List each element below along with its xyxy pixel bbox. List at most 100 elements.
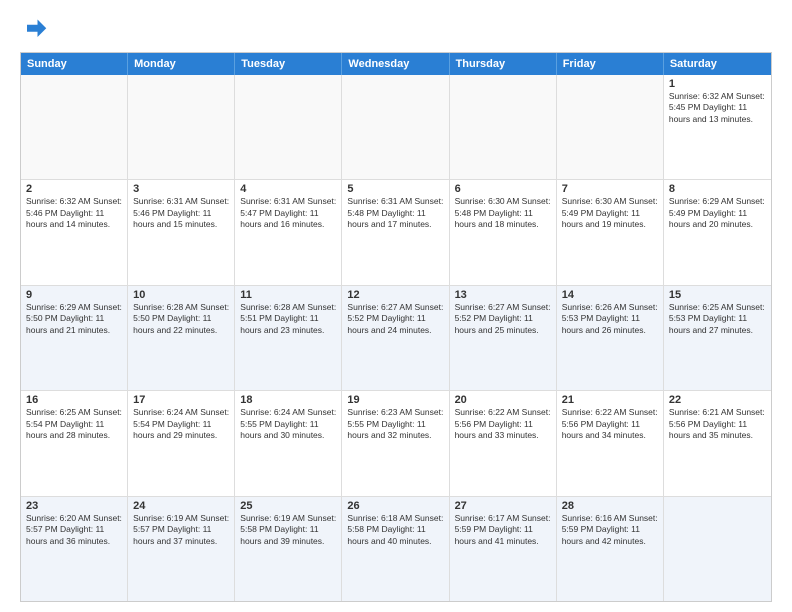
- day-number: 9: [26, 289, 122, 301]
- cal-cell-r2c3: 12Sunrise: 6:27 AM Sunset: 5:52 PM Dayli…: [342, 286, 449, 390]
- cal-row-3: 16Sunrise: 6:25 AM Sunset: 5:54 PM Dayli…: [21, 390, 771, 495]
- cal-cell-r0c1: [128, 75, 235, 179]
- header-day-sunday: Sunday: [21, 53, 128, 75]
- cal-cell-r4c3: 26Sunrise: 6:18 AM Sunset: 5:58 PM Dayli…: [342, 497, 449, 601]
- cell-info: Sunrise: 6:28 AM Sunset: 5:50 PM Dayligh…: [133, 302, 229, 336]
- cal-cell-r4c4: 27Sunrise: 6:17 AM Sunset: 5:59 PM Dayli…: [450, 497, 557, 601]
- header-day-wednesday: Wednesday: [342, 53, 449, 75]
- cell-info: Sunrise: 6:27 AM Sunset: 5:52 PM Dayligh…: [347, 302, 443, 336]
- cal-cell-r1c4: 6Sunrise: 6:30 AM Sunset: 5:48 PM Daylig…: [450, 180, 557, 284]
- cell-info: Sunrise: 6:29 AM Sunset: 5:49 PM Dayligh…: [669, 196, 766, 230]
- cal-cell-r0c2: [235, 75, 342, 179]
- cal-cell-r0c5: [557, 75, 664, 179]
- cal-cell-r4c0: 23Sunrise: 6:20 AM Sunset: 5:57 PM Dayli…: [21, 497, 128, 601]
- cal-cell-r3c2: 18Sunrise: 6:24 AM Sunset: 5:55 PM Dayli…: [235, 391, 342, 495]
- header-day-saturday: Saturday: [664, 53, 771, 75]
- logo: [20, 16, 52, 44]
- day-number: 5: [347, 183, 443, 195]
- cal-cell-r2c0: 9Sunrise: 6:29 AM Sunset: 5:50 PM Daylig…: [21, 286, 128, 390]
- day-number: 23: [26, 500, 122, 512]
- day-number: 15: [669, 289, 766, 301]
- cal-cell-r3c6: 22Sunrise: 6:21 AM Sunset: 5:56 PM Dayli…: [664, 391, 771, 495]
- day-number: 3: [133, 183, 229, 195]
- day-number: 13: [455, 289, 551, 301]
- cal-cell-r3c4: 20Sunrise: 6:22 AM Sunset: 5:56 PM Dayli…: [450, 391, 557, 495]
- cell-info: Sunrise: 6:31 AM Sunset: 5:47 PM Dayligh…: [240, 196, 336, 230]
- cal-cell-r4c2: 25Sunrise: 6:19 AM Sunset: 5:58 PM Dayli…: [235, 497, 342, 601]
- cell-info: Sunrise: 6:30 AM Sunset: 5:49 PM Dayligh…: [562, 196, 658, 230]
- cal-cell-r2c1: 10Sunrise: 6:28 AM Sunset: 5:50 PM Dayli…: [128, 286, 235, 390]
- cell-info: Sunrise: 6:29 AM Sunset: 5:50 PM Dayligh…: [26, 302, 122, 336]
- cal-cell-r0c0: [21, 75, 128, 179]
- cell-info: Sunrise: 6:27 AM Sunset: 5:52 PM Dayligh…: [455, 302, 551, 336]
- day-number: 4: [240, 183, 336, 195]
- day-number: 18: [240, 394, 336, 406]
- header-day-monday: Monday: [128, 53, 235, 75]
- cal-cell-r1c0: 2Sunrise: 6:32 AM Sunset: 5:46 PM Daylig…: [21, 180, 128, 284]
- day-number: 17: [133, 394, 229, 406]
- cal-cell-r0c4: [450, 75, 557, 179]
- day-number: 24: [133, 500, 229, 512]
- cal-cell-r4c1: 24Sunrise: 6:19 AM Sunset: 5:57 PM Dayli…: [128, 497, 235, 601]
- day-number: 19: [347, 394, 443, 406]
- cell-info: Sunrise: 6:31 AM Sunset: 5:46 PM Dayligh…: [133, 196, 229, 230]
- cal-cell-r1c6: 8Sunrise: 6:29 AM Sunset: 5:49 PM Daylig…: [664, 180, 771, 284]
- cell-info: Sunrise: 6:21 AM Sunset: 5:56 PM Dayligh…: [669, 407, 766, 441]
- day-number: 7: [562, 183, 658, 195]
- cell-info: Sunrise: 6:32 AM Sunset: 5:45 PM Dayligh…: [669, 91, 766, 125]
- day-number: 2: [26, 183, 122, 195]
- cell-info: Sunrise: 6:24 AM Sunset: 5:55 PM Dayligh…: [240, 407, 336, 441]
- cell-info: Sunrise: 6:25 AM Sunset: 5:54 PM Dayligh…: [26, 407, 122, 441]
- day-number: 26: [347, 500, 443, 512]
- day-number: 16: [26, 394, 122, 406]
- cell-info: Sunrise: 6:32 AM Sunset: 5:46 PM Dayligh…: [26, 196, 122, 230]
- cal-cell-r0c6: 1Sunrise: 6:32 AM Sunset: 5:45 PM Daylig…: [664, 75, 771, 179]
- cal-cell-r1c2: 4Sunrise: 6:31 AM Sunset: 5:47 PM Daylig…: [235, 180, 342, 284]
- cal-cell-r3c3: 19Sunrise: 6:23 AM Sunset: 5:55 PM Dayli…: [342, 391, 449, 495]
- page: SundayMondayTuesdayWednesdayThursdayFrid…: [0, 0, 792, 612]
- day-number: 1: [669, 78, 766, 90]
- day-number: 12: [347, 289, 443, 301]
- cell-info: Sunrise: 6:23 AM Sunset: 5:55 PM Dayligh…: [347, 407, 443, 441]
- header-day-tuesday: Tuesday: [235, 53, 342, 75]
- cal-cell-r1c3: 5Sunrise: 6:31 AM Sunset: 5:48 PM Daylig…: [342, 180, 449, 284]
- header-day-thursday: Thursday: [450, 53, 557, 75]
- cell-info: Sunrise: 6:19 AM Sunset: 5:57 PM Dayligh…: [133, 513, 229, 547]
- cal-cell-r0c3: [342, 75, 449, 179]
- cell-info: Sunrise: 6:18 AM Sunset: 5:58 PM Dayligh…: [347, 513, 443, 547]
- cell-info: Sunrise: 6:19 AM Sunset: 5:58 PM Dayligh…: [240, 513, 336, 547]
- cal-cell-r3c1: 17Sunrise: 6:24 AM Sunset: 5:54 PM Dayli…: [128, 391, 235, 495]
- day-number: 14: [562, 289, 658, 301]
- calendar-body: 1Sunrise: 6:32 AM Sunset: 5:45 PM Daylig…: [21, 75, 771, 601]
- cell-info: Sunrise: 6:28 AM Sunset: 5:51 PM Dayligh…: [240, 302, 336, 336]
- day-number: 28: [562, 500, 658, 512]
- cell-info: Sunrise: 6:20 AM Sunset: 5:57 PM Dayligh…: [26, 513, 122, 547]
- cal-cell-r2c4: 13Sunrise: 6:27 AM Sunset: 5:52 PM Dayli…: [450, 286, 557, 390]
- header: [20, 16, 772, 44]
- cell-info: Sunrise: 6:26 AM Sunset: 5:53 PM Dayligh…: [562, 302, 658, 336]
- cal-row-4: 23Sunrise: 6:20 AM Sunset: 5:57 PM Dayli…: [21, 496, 771, 601]
- day-number: 8: [669, 183, 766, 195]
- cell-info: Sunrise: 6:25 AM Sunset: 5:53 PM Dayligh…: [669, 302, 766, 336]
- cal-cell-r4c6: [664, 497, 771, 601]
- cal-row-1: 2Sunrise: 6:32 AM Sunset: 5:46 PM Daylig…: [21, 179, 771, 284]
- cal-row-0: 1Sunrise: 6:32 AM Sunset: 5:45 PM Daylig…: [21, 75, 771, 179]
- day-number: 21: [562, 394, 658, 406]
- cal-row-2: 9Sunrise: 6:29 AM Sunset: 5:50 PM Daylig…: [21, 285, 771, 390]
- cal-cell-r3c0: 16Sunrise: 6:25 AM Sunset: 5:54 PM Dayli…: [21, 391, 128, 495]
- cell-info: Sunrise: 6:17 AM Sunset: 5:59 PM Dayligh…: [455, 513, 551, 547]
- header-day-friday: Friday: [557, 53, 664, 75]
- cal-cell-r2c6: 15Sunrise: 6:25 AM Sunset: 5:53 PM Dayli…: [664, 286, 771, 390]
- day-number: 27: [455, 500, 551, 512]
- day-number: 10: [133, 289, 229, 301]
- cal-cell-r1c1: 3Sunrise: 6:31 AM Sunset: 5:46 PM Daylig…: [128, 180, 235, 284]
- cell-info: Sunrise: 6:31 AM Sunset: 5:48 PM Dayligh…: [347, 196, 443, 230]
- day-number: 11: [240, 289, 336, 301]
- cell-info: Sunrise: 6:22 AM Sunset: 5:56 PM Dayligh…: [455, 407, 551, 441]
- cell-info: Sunrise: 6:30 AM Sunset: 5:48 PM Dayligh…: [455, 196, 551, 230]
- logo-icon: [20, 16, 48, 44]
- calendar: SundayMondayTuesdayWednesdayThursdayFrid…: [20, 52, 772, 602]
- day-number: 20: [455, 394, 551, 406]
- day-number: 25: [240, 500, 336, 512]
- cal-cell-r3c5: 21Sunrise: 6:22 AM Sunset: 5:56 PM Dayli…: [557, 391, 664, 495]
